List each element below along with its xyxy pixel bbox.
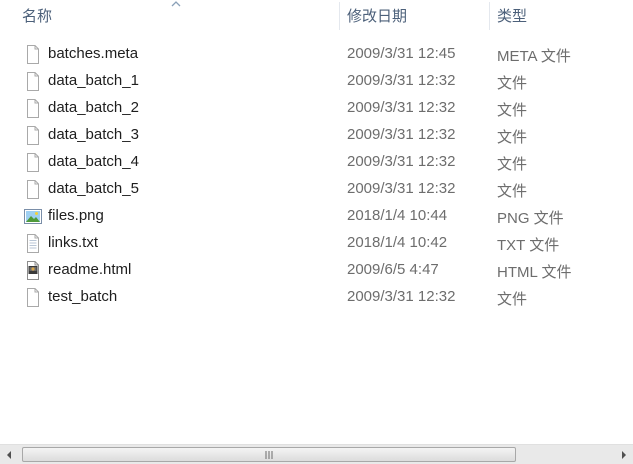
arrow-left-icon bbox=[7, 450, 11, 459]
file-row[interactable]: readme.html 2009/6/5 4:47 HTML 文件 bbox=[0, 257, 633, 284]
file-date-modified: 2009/3/31 12:32 bbox=[347, 288, 456, 305]
file-name: test_batch bbox=[48, 288, 118, 305]
arrow-right-icon bbox=[622, 450, 626, 459]
file-name: data_batch_5 bbox=[48, 180, 139, 197]
file-type: 文件 bbox=[497, 156, 528, 173]
blank-file-icon bbox=[27, 72, 39, 91]
horizontal-scrollbar[interactable] bbox=[0, 444, 633, 464]
file-row[interactable]: test_batch 2009/3/31 12:32 文件 bbox=[0, 284, 633, 311]
file-type: 文件 bbox=[497, 291, 528, 308]
file-date-modified: 2009/6/5 4:47 bbox=[347, 261, 439, 278]
blank-file-icon bbox=[27, 288, 39, 307]
file-type: 文件 bbox=[497, 129, 528, 146]
file-row[interactable]: data_batch_5 2009/3/31 12:32 文件 bbox=[0, 176, 633, 203]
column-header: 名称 修改日期 类型 bbox=[0, 0, 633, 34]
file-type: PNG 文件 bbox=[497, 210, 564, 227]
column-header-date-label: 修改日期 bbox=[347, 8, 408, 25]
file-row[interactable]: batches.meta 2009/3/31 12:45 META 文件 bbox=[0, 41, 633, 68]
file-name: data_batch_2 bbox=[48, 99, 139, 116]
text-file-icon bbox=[27, 234, 39, 253]
file-date-modified: 2018/1/4 10:44 bbox=[347, 207, 448, 224]
file-row[interactable]: files.png 2018/1/4 10:44 PNG 文件 bbox=[0, 203, 633, 230]
file-row[interactable]: links.txt 2018/1/4 10:42 TXT 文件 bbox=[0, 230, 633, 257]
scroll-right-button[interactable] bbox=[615, 445, 633, 464]
blank-file-icon bbox=[27, 99, 39, 118]
image-file-icon bbox=[24, 209, 42, 224]
file-date-modified: 2009/3/31 12:32 bbox=[347, 180, 456, 197]
file-date-modified: 2009/3/31 12:32 bbox=[347, 153, 456, 170]
scroll-left-button[interactable] bbox=[0, 445, 18, 464]
column-header-type[interactable]: 类型 bbox=[490, 0, 633, 34]
column-header-date-modified[interactable]: 修改日期 bbox=[340, 0, 489, 34]
sort-ascending-icon bbox=[171, 1, 181, 7]
file-row[interactable]: data_batch_4 2009/3/31 12:32 文件 bbox=[0, 149, 633, 176]
file-name: links.txt bbox=[48, 234, 99, 251]
blank-file-icon bbox=[27, 180, 39, 199]
file-row[interactable]: data_batch_1 2009/3/31 12:32 文件 bbox=[0, 68, 633, 95]
blank-file-icon bbox=[27, 153, 39, 172]
file-type: 文件 bbox=[497, 75, 528, 92]
file-date-modified: 2009/3/31 12:45 bbox=[347, 45, 456, 62]
column-header-type-label: 类型 bbox=[497, 8, 528, 25]
column-header-name-label: 名称 bbox=[22, 8, 53, 25]
file-name: data_batch_4 bbox=[48, 153, 139, 170]
file-date-modified: 2018/1/4 10:42 bbox=[347, 234, 448, 251]
column-header-name[interactable]: 名称 bbox=[0, 0, 339, 34]
blank-file-icon bbox=[27, 45, 39, 64]
file-date-modified: 2009/3/31 12:32 bbox=[347, 72, 456, 89]
file-type: HTML 文件 bbox=[497, 264, 572, 281]
file-name: data_batch_3 bbox=[48, 126, 139, 143]
file-date-modified: 2009/3/31 12:32 bbox=[347, 126, 456, 143]
grip-icon bbox=[265, 451, 273, 459]
file-type: TXT 文件 bbox=[497, 237, 560, 254]
file-name: readme.html bbox=[48, 261, 132, 278]
file-type: META 文件 bbox=[497, 48, 571, 65]
file-type: 文件 bbox=[497, 102, 528, 119]
html-file-icon bbox=[27, 261, 39, 280]
file-name: batches.meta bbox=[48, 45, 139, 62]
file-name: files.png bbox=[48, 207, 104, 224]
blank-file-icon bbox=[27, 126, 39, 145]
file-date-modified: 2009/3/31 12:32 bbox=[347, 99, 456, 116]
scrollbar-thumb[interactable] bbox=[22, 447, 516, 462]
file-row[interactable]: data_batch_3 2009/3/31 12:32 文件 bbox=[0, 122, 633, 149]
file-type: 文件 bbox=[497, 183, 528, 200]
file-name: data_batch_1 bbox=[48, 72, 139, 89]
file-row[interactable]: data_batch_2 2009/3/31 12:32 文件 bbox=[0, 95, 633, 122]
